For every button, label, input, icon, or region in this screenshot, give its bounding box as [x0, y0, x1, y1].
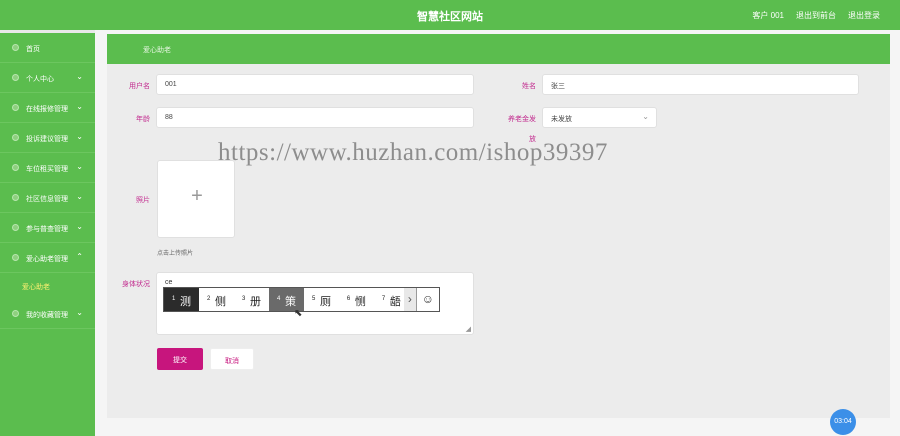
pension-label: 养老金发 [508, 116, 536, 123]
age-label: 年龄 [136, 116, 150, 123]
menu-dot-icon [12, 44, 19, 51]
watermark-text: https://www.huzhan.com/ishop39397 [218, 139, 608, 166]
sidebar-item-label: 爱心助老 [22, 284, 50, 291]
sidebar-item-label: 参与普查管理 [26, 226, 68, 233]
candidate-char: 厕 [319, 296, 331, 308]
logout-link[interactable]: 退出登录 [848, 10, 880, 21]
menu-dot-icon [12, 134, 19, 141]
chevron-down-icon: ⌄ [76, 162, 83, 171]
header-links: 客户 001 退出到前台 退出登录 [752, 10, 880, 21]
candidate-char: 龉 [389, 296, 401, 308]
candidate-char: 测 [180, 296, 191, 308]
top-bar: 智慧社区网站 客户 001 退出到前台 退出登录 [0, 0, 900, 30]
mouse-cursor-icon: ⬉ [294, 308, 303, 319]
ime-candidate[interactable]: 5 厕 [304, 288, 339, 311]
ime-candidate[interactable]: 6 恻 [339, 288, 374, 311]
chevron-down-icon: ⌄ [76, 222, 83, 231]
pension-select[interactable]: 未发放 ⌄ [542, 107, 657, 128]
resize-grip-icon[interactable]: ◢ [466, 325, 471, 333]
sidebar-item-favorites[interactable]: 我的收藏管理 ⌄ [0, 299, 95, 329]
chevron-down-icon: ⌄ [642, 112, 649, 121]
ime-candidate[interactable]: 3 册 [234, 288, 269, 311]
sidebar-item-label: 个人中心 [26, 76, 54, 83]
sidebar-item-personal-center[interactable]: 个人中心 ⌄ [0, 63, 95, 93]
sidebar-item-label: 首页 [26, 46, 40, 53]
chevron-down-icon: ⌄ [76, 192, 83, 201]
photo-upload[interactable]: + [157, 160, 235, 238]
sidebar-item-label: 车位租买管理 [26, 166, 68, 173]
pension-select-value: 未发放 [551, 116, 572, 123]
back-to-frontend-link[interactable]: 退出到前台 [796, 10, 836, 21]
health-typed-text: ce [165, 279, 173, 286]
sidebar-item-parking[interactable]: 车位租买管理 ⌄ [0, 153, 95, 183]
menu-dot-icon [12, 254, 19, 261]
candidate-number: 6 [346, 296, 351, 302]
username-input[interactable]: 001 [156, 74, 474, 95]
sidebar-item-elderly-care[interactable]: 爱心助老管理 ⌃ [0, 243, 95, 273]
candidate-number: 5 [311, 296, 316, 302]
submit-button[interactable]: 提交 [157, 348, 203, 370]
sidebar-item-label: 在线报修管理 [26, 106, 68, 113]
chevron-up-icon: ⌃ [76, 252, 83, 261]
photo-label: 照片 [136, 197, 150, 204]
ime-candidate[interactable]: 1 测 [164, 288, 199, 311]
sidebar-item-label: 我的收藏管理 [26, 312, 68, 319]
candidate-char: 侧 [214, 296, 226, 308]
sidebar-item-complaints[interactable]: 投诉建议管理 ⌄ [0, 123, 95, 153]
sidebar-item-census[interactable]: 参与普查管理 ⌄ [0, 213, 95, 243]
ime-candidate[interactable]: 7 龉 [374, 288, 404, 311]
sidebar-item-home[interactable]: 首页 [0, 33, 95, 63]
chevron-down-icon: ⌄ [76, 72, 83, 81]
menu-dot-icon [12, 310, 19, 317]
candidate-number: 3 [241, 296, 246, 302]
sidebar-item-repair[interactable]: 在线报修管理 ⌄ [0, 93, 95, 123]
emoji-icon[interactable]: ☺ [415, 288, 439, 311]
menu-dot-icon [12, 194, 19, 201]
sidebar-item-label: 投诉建议管理 [26, 136, 68, 143]
cancel-button[interactable]: 取消 [210, 348, 254, 370]
plus-icon: + [191, 185, 203, 207]
candidate-number: 7 [381, 296, 386, 302]
chevron-down-icon: ⌄ [76, 102, 83, 111]
menu-dot-icon [12, 164, 19, 171]
chevron-right-icon[interactable]: › [404, 288, 416, 311]
name-label: 姓名 [522, 83, 536, 90]
chevron-down-icon: ⌄ [76, 132, 83, 141]
upload-hint: 点击上传照片 [157, 251, 194, 257]
menu-dot-icon [12, 224, 19, 231]
candidate-number: 4 [276, 296, 281, 302]
candidate-char: 册 [249, 296, 261, 308]
candidate-char: 策 [284, 296, 296, 308]
sidebar-item-community-info[interactable]: 社区信息管理 ⌄ [0, 183, 95, 213]
sidebar-item-label: 社区信息管理 [26, 196, 68, 203]
breadcrumb: 爱心助老 [143, 47, 171, 54]
menu-dot-icon [12, 104, 19, 111]
candidate-number: 1 [172, 296, 176, 302]
ime-candidate[interactable]: 2 侧 [199, 288, 234, 311]
health-label: 身体状况 [122, 281, 150, 288]
sidebar-item-label: 爱心助老管理 [26, 256, 68, 263]
sidebar: 首页 个人中心 ⌄ 在线报修管理 ⌄ 投诉建议管理 ⌄ 车位租买管理 ⌄ 社区信… [0, 30, 95, 436]
username-label: 用户名 [129, 83, 150, 90]
candidate-number: 2 [206, 296, 211, 302]
name-input[interactable]: 张三 [542, 74, 859, 95]
sidebar-subitem-elderly-care[interactable]: 爱心助老 [0, 273, 95, 299]
menu-dot-icon [12, 74, 19, 81]
candidate-char: 恻 [354, 296, 366, 308]
user-account-link[interactable]: 客户 001 [752, 10, 784, 21]
timer-badge: 03:04 [830, 409, 856, 435]
chevron-down-icon: ⌄ [76, 308, 83, 317]
age-input[interactable]: 88 [156, 107, 474, 128]
breadcrumb-bar: 爱心助老 [107, 34, 890, 64]
